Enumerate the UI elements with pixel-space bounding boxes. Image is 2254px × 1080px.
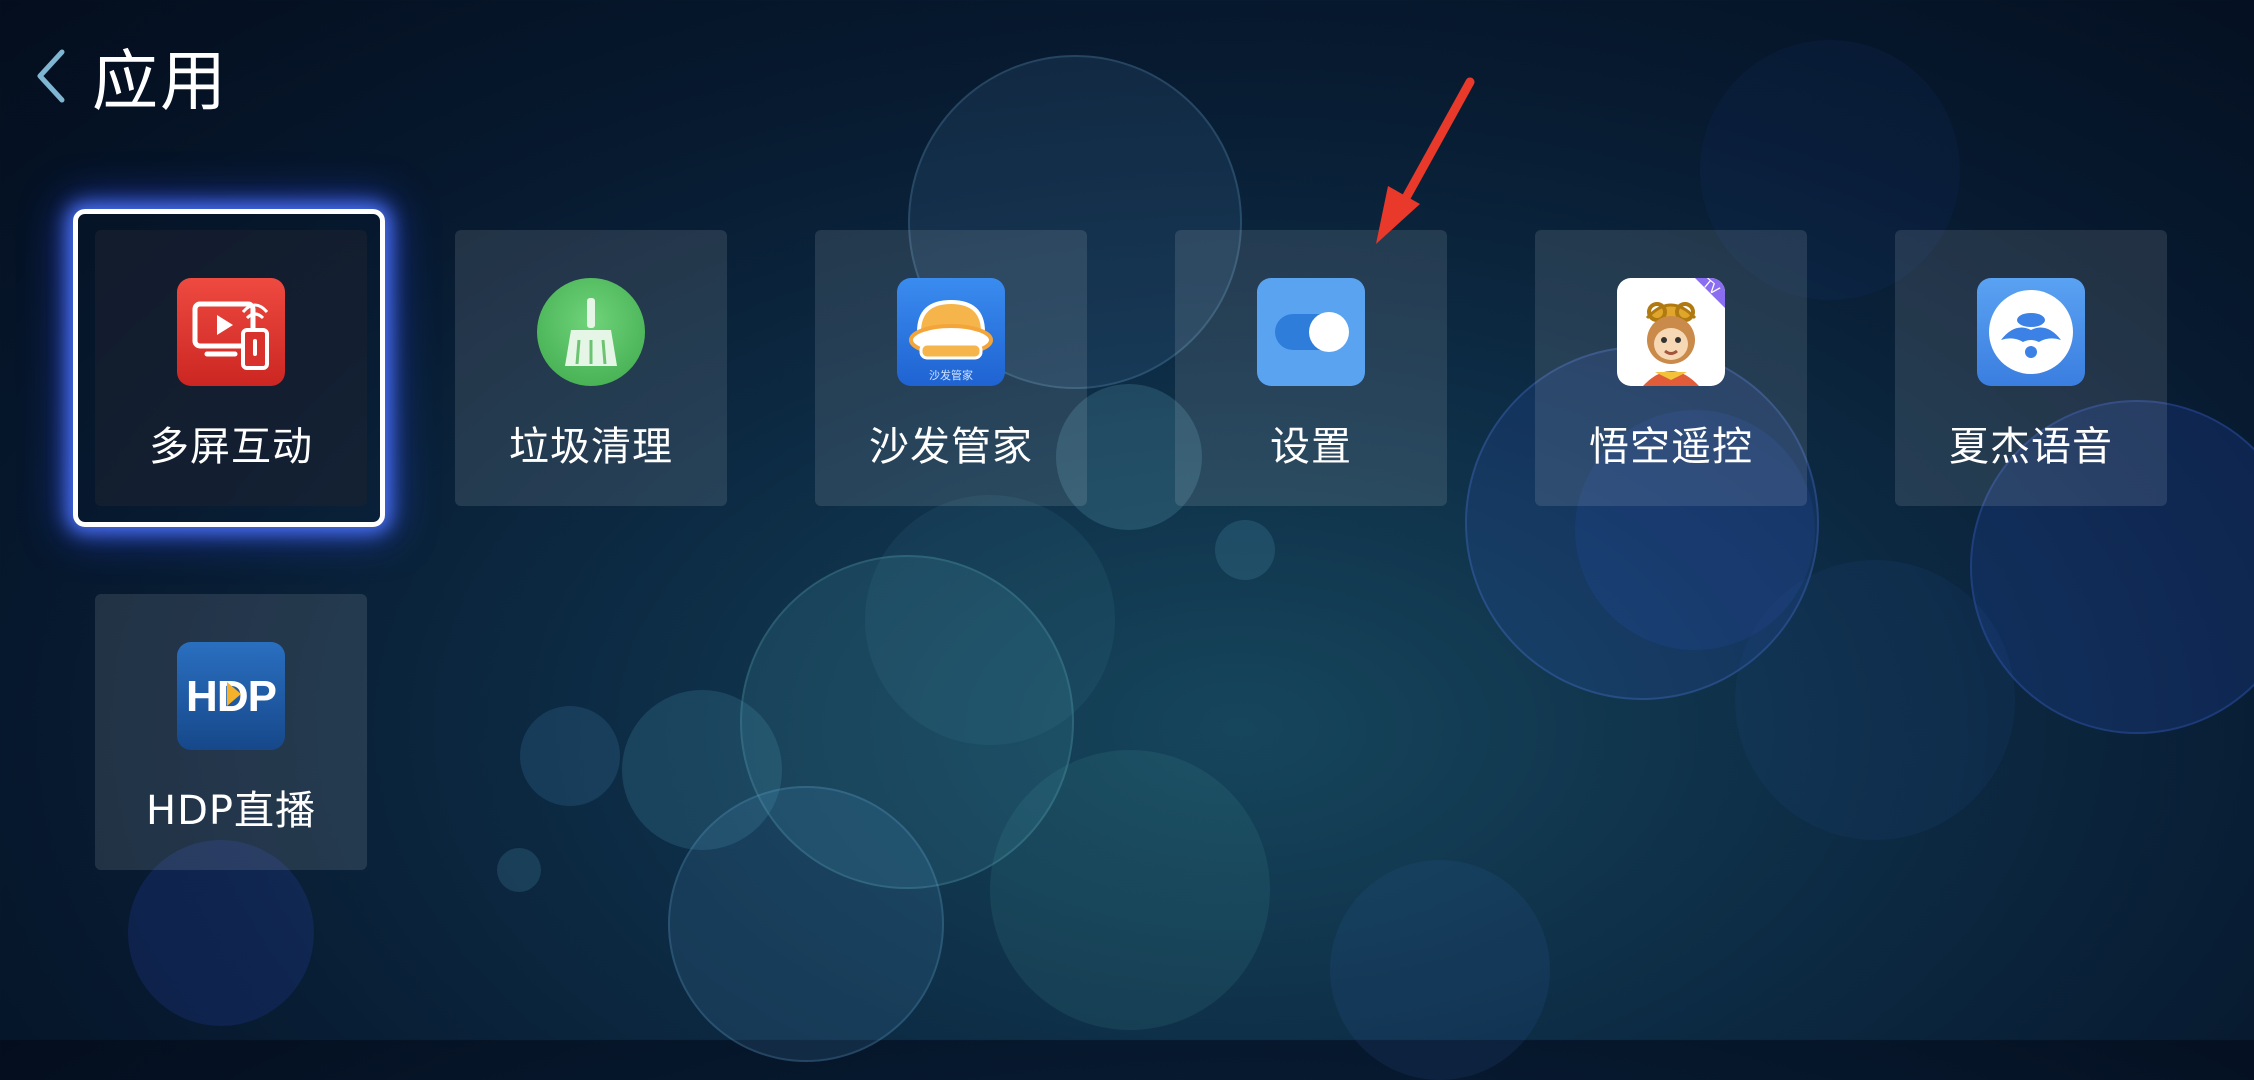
app-tile-cleaner[interactable]: 垃圾清理: [455, 230, 727, 506]
app-label: HDP直播: [146, 788, 316, 834]
back-button[interactable]: [20, 36, 80, 116]
app-label: 多屏互动: [149, 424, 313, 470]
hdp-logo-icon: HDP: [177, 642, 285, 750]
app-label: 垃圾清理: [509, 424, 673, 470]
app-label: 沙发管家: [869, 424, 1033, 470]
app-label: 悟空遥控: [1589, 424, 1753, 470]
app-tile-sofa[interactable]: 沙发管家 沙发管家: [815, 230, 1087, 506]
app-tile-multiscreen[interactable]: 多屏互动: [95, 230, 367, 506]
app-tile-wukong-remote[interactable]: TV 悟空遥控: [1535, 230, 1807, 506]
app-tile-settings[interactable]: 设置: [1175, 230, 1447, 506]
app-label: 设置: [1270, 424, 1352, 470]
page-title: 应用: [92, 43, 228, 120]
icon-caption: 沙发管家: [929, 369, 973, 382]
toggle-switch-icon: [1257, 278, 1365, 386]
sofa-icon: 沙发管家: [897, 278, 1005, 386]
screen-cast-icon: [177, 278, 285, 386]
app-tile-hdp-live[interactable]: HDP HDP直播: [95, 594, 367, 870]
monkey-king-icon: TV: [1617, 278, 1725, 386]
header: 应用: [20, 28, 228, 124]
voice-assistant-icon: [1977, 278, 2085, 386]
app-label: 夏杰语音: [1949, 424, 2113, 470]
app-tile-voice[interactable]: 夏杰语音: [1895, 230, 2167, 506]
chevron-left-icon: [37, 49, 65, 103]
broom-icon: [537, 278, 645, 386]
